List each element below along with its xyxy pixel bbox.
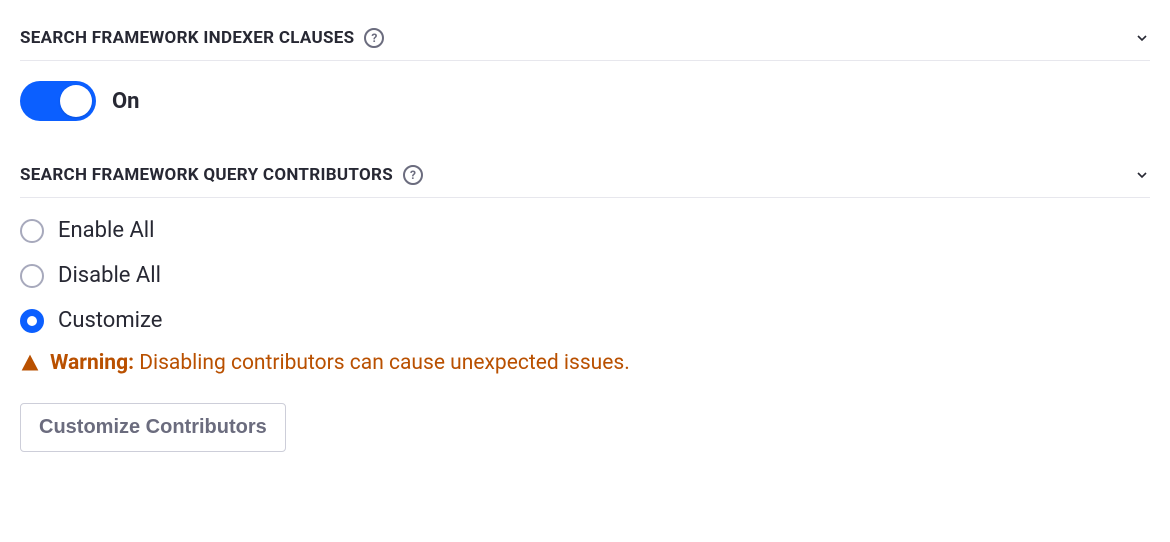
radio-customize[interactable]: Customize — [20, 308, 1150, 333]
radio-label-enable-all: Enable All — [58, 218, 155, 243]
help-icon[interactable]: ? — [403, 165, 423, 185]
toggle-knob — [60, 85, 92, 117]
indexer-section-header[interactable]: SEARCH FRAMEWORK INDEXER CLAUSES ? — [20, 20, 1150, 61]
indexer-toggle-row: On — [20, 81, 1150, 121]
chevron-down-icon[interactable] — [1134, 30, 1150, 46]
radio-circle — [20, 264, 44, 288]
help-icon[interactable]: ? — [364, 28, 384, 48]
radio-label-customize: Customize — [58, 308, 162, 333]
query-section-title: SEARCH FRAMEWORK QUERY CONTRIBUTORS — [20, 165, 393, 185]
query-radio-group: Enable All Disable All Customize — [20, 218, 1150, 333]
warning-text: Disabling contributors can cause unexpec… — [139, 351, 630, 375]
radio-circle — [20, 219, 44, 243]
radio-disable-all[interactable]: Disable All — [20, 263, 1150, 288]
indexer-section-title: SEARCH FRAMEWORK INDEXER CLAUSES — [20, 28, 354, 48]
warning-icon — [20, 353, 40, 373]
query-title-wrap: SEARCH FRAMEWORK QUERY CONTRIBUTORS ? — [20, 165, 423, 185]
indexer-title-wrap: SEARCH FRAMEWORK INDEXER CLAUSES ? — [20, 28, 384, 48]
radio-label-disable-all: Disable All — [58, 263, 161, 288]
warning-message: Warning: Disabling contributors can caus… — [20, 351, 1150, 375]
chevron-down-icon[interactable] — [1134, 167, 1150, 183]
customize-contributors-button[interactable]: Customize Contributors — [20, 403, 286, 452]
indexer-toggle[interactable] — [20, 81, 96, 121]
radio-circle-selected — [20, 309, 44, 333]
warning-label: Warning: — [50, 351, 134, 375]
query-section-header[interactable]: SEARCH FRAMEWORK QUERY CONTRIBUTORS ? — [20, 157, 1150, 198]
indexer-toggle-label: On — [112, 89, 140, 114]
radio-enable-all[interactable]: Enable All — [20, 218, 1150, 243]
